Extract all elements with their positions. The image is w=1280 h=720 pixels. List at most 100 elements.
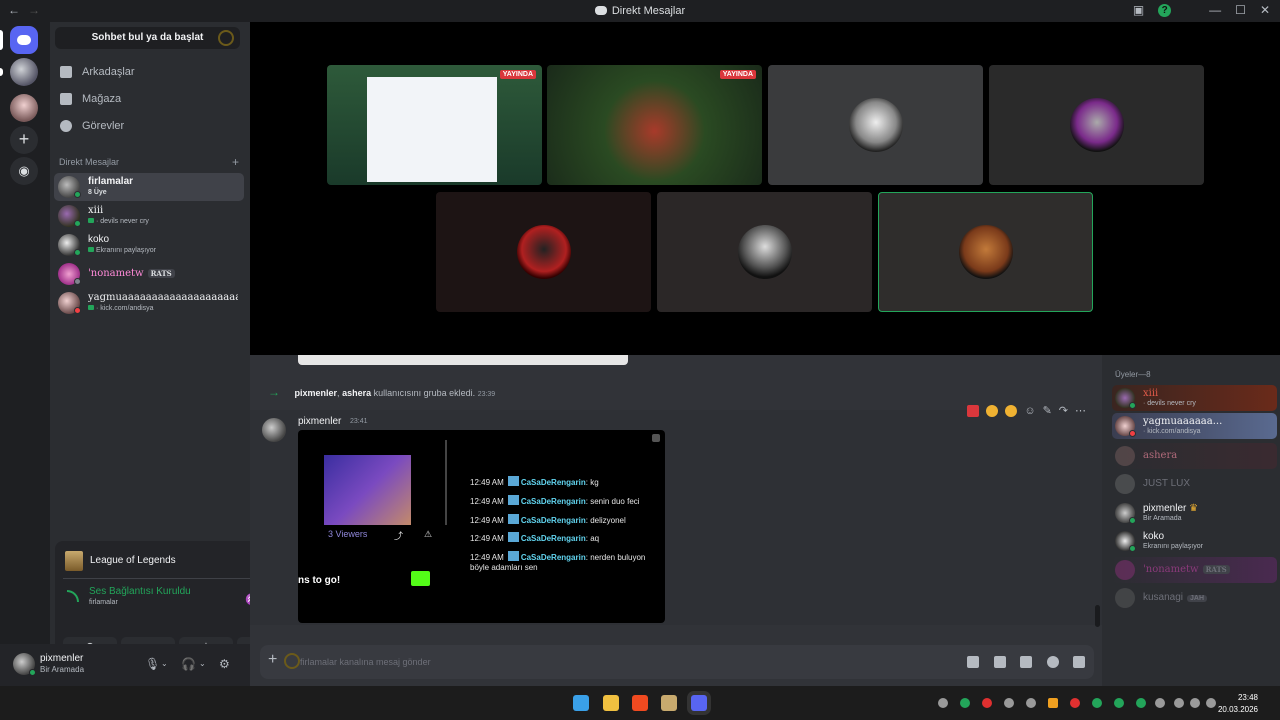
network-icon[interactable] — [1174, 698, 1184, 708]
chevron-down-icon[interactable]: ⌄ — [161, 659, 168, 668]
tray-icon[interactable] — [1048, 698, 1058, 708]
chat-line: 12:49 AM CaSaDeRengarin: delizyonel — [470, 514, 626, 525]
avatar — [1115, 588, 1135, 608]
tray-icon[interactable] — [1070, 698, 1080, 708]
compass-icon[interactable]: ◉ — [10, 157, 38, 185]
badge-icon — [507, 476, 519, 486]
emoji-icon[interactable] — [1047, 656, 1059, 668]
member-item[interactable]: ashera — [1112, 443, 1277, 469]
avatar — [516, 225, 571, 279]
participant-tile[interactable] — [657, 192, 872, 312]
nav-friends[interactable]: Arkadaşlar — [60, 62, 135, 82]
dm-item[interactable]: xiii · devils never cry — [54, 202, 244, 230]
chat-line: 12:49 AM CaSaDeRengarin: kg — [470, 476, 599, 487]
add-reaction-icon[interactable]: ☺ — [1024, 405, 1035, 417]
edit-icon[interactable]: ✎ — [1043, 404, 1052, 417]
mobile-icon — [88, 218, 94, 223]
chat-line: 12:49 AM CaSaDeRengarin: nerden buluyon — [470, 551, 646, 562]
upload-button[interactable]: + — [268, 651, 277, 669]
tray-icon[interactable] — [938, 698, 948, 708]
gift-icon[interactable] — [967, 656, 979, 668]
member-item[interactable]: 'nonametw RATS — [1112, 557, 1277, 583]
brave-browser-icon[interactable] — [632, 695, 648, 711]
apps-icon[interactable] — [1073, 656, 1085, 668]
thumbs-down-emoji[interactable] — [986, 404, 999, 417]
forward-icon[interactable]: ↷ — [1059, 404, 1068, 417]
dm-item[interactable]: koko Ekranını paylaşıyor — [54, 231, 244, 259]
volume-icon[interactable] — [1190, 698, 1200, 708]
tray-icon[interactable] — [960, 698, 970, 708]
member-item[interactable]: koko Ekranını paylaşıyor — [1112, 528, 1277, 554]
participant-tile[interactable] — [989, 65, 1204, 185]
sticker-icon[interactable] — [1020, 656, 1032, 668]
discord-icon[interactable] — [691, 695, 707, 711]
window-controls: ▣ ? — ☐ ✕ — [1133, 3, 1270, 17]
system-clock[interactable]: 23:48 20.03.2026 — [1218, 692, 1258, 716]
tray-icon[interactable] — [982, 698, 992, 708]
microphone-icon[interactable] — [1155, 698, 1165, 708]
dm-item[interactable]: yagmuaaaaaaaaaaaaaaaaaaaa... · kick.com/… — [54, 289, 244, 317]
headphones-icon[interactable]: 🎧 — [181, 657, 196, 671]
member-item[interactable]: JUST LUX — [1112, 471, 1277, 497]
clan-tag: RATS — [147, 269, 175, 278]
search-button[interactable]: Sohbet bul ya da başlat — [55, 27, 240, 49]
help-icon[interactable]: ? — [1158, 3, 1172, 17]
stream-tile[interactable]: YAYINDA — [327, 65, 542, 185]
tray-icon[interactable] — [1136, 698, 1146, 708]
message[interactable]: pixmenler 23:41 ☺ ✎ ↷ ⋯ 3 Viewers ⤴ ⚠ ns… — [250, 404, 1102, 625]
league-of-legends-icon — [65, 551, 83, 571]
tray-icon[interactable] — [1004, 698, 1014, 708]
chat-line: 12:49 AM CaSaDeRengarin: senin duo feci — [470, 495, 640, 506]
minimize-button[interactable]: — — [1209, 3, 1221, 17]
stream-tile[interactable]: YAYINDA — [547, 65, 762, 185]
nav-quests[interactable]: Görevler — [60, 116, 124, 136]
reaction-emoji[interactable] — [967, 404, 980, 417]
create-dm-button[interactable]: + — [232, 155, 239, 169]
server-icon[interactable] — [10, 94, 38, 122]
inbox-icon[interactable]: ▣ — [1133, 3, 1144, 17]
previous-attachment[interactable] — [298, 355, 628, 365]
participant-tile[interactable] — [768, 65, 983, 185]
user-panel: pixmenler Bir Aramada 🎙 ⌄ 🎧 ⌄ ⚙ — [0, 644, 250, 686]
message-composer[interactable]: + firlamalar kanalına mesaj gönder — [260, 645, 1094, 679]
thinking-emoji[interactable] — [1005, 404, 1018, 417]
image-attachment[interactable]: 3 Viewers ⤴ ⚠ ns to go! 12:49 AM CaSaDeRe… — [298, 430, 665, 623]
signal-icon[interactable] — [67, 590, 79, 602]
member-item[interactable]: yagmuaaaaaa... · kick.com/andisya — [1112, 413, 1277, 439]
dm-item[interactable]: firlamalar 8 Üye — [54, 173, 244, 201]
more-icon[interactable]: ⋯ — [1075, 404, 1086, 417]
warning-icon: ⚠ — [424, 529, 433, 539]
league-of-legends-icon[interactable] — [661, 695, 677, 711]
status-indicator — [74, 220, 81, 227]
chevron-down-icon[interactable]: ⌄ — [199, 659, 206, 668]
avatar[interactable] — [262, 418, 286, 442]
message-toolbar: ☺ ✎ ↷ ⋯ — [967, 404, 1086, 417]
member-item[interactable]: xiii · devils never cry — [1112, 385, 1277, 411]
server-icon[interactable] — [10, 58, 38, 86]
participant-tile[interactable] — [436, 192, 651, 312]
maximize-button[interactable]: ☐ — [1235, 3, 1246, 17]
member-item[interactable]: kusanagi JAH — [1112, 585, 1277, 611]
member-item[interactable]: pixmenler ♛ Bir Aramada — [1112, 500, 1277, 526]
status-indicator — [74, 307, 81, 314]
status-indicator — [74, 191, 81, 198]
chat-line: 12:49 AM CaSaDeRengarin: aq — [470, 532, 600, 543]
participant-tile-speaking[interactable] — [878, 192, 1093, 312]
file-explorer-icon[interactable] — [603, 695, 619, 711]
close-button[interactable]: ✕ — [1260, 3, 1270, 17]
gear-icon[interactable]: ⚙ — [219, 657, 230, 671]
add-server-button[interactable]: + — [10, 126, 38, 154]
dm-item[interactable]: 'nonametw RATS — [54, 260, 244, 288]
microphone-icon[interactable]: 🎙 — [145, 657, 160, 671]
tray-icon[interactable] — [1114, 698, 1124, 708]
scrollbar[interactable] — [1095, 605, 1100, 627]
clan-tag: JAH — [1187, 595, 1208, 602]
nav-store[interactable]: Mağaza — [60, 89, 121, 109]
battery-icon[interactable] — [1206, 698, 1216, 708]
tray-icon[interactable] — [1026, 698, 1036, 708]
home-button[interactable] — [10, 26, 38, 54]
tray-icon[interactable] — [1092, 698, 1102, 708]
windows-start-icon[interactable] — [573, 695, 589, 711]
gif-icon[interactable] — [994, 656, 1006, 668]
divider — [445, 440, 447, 525]
